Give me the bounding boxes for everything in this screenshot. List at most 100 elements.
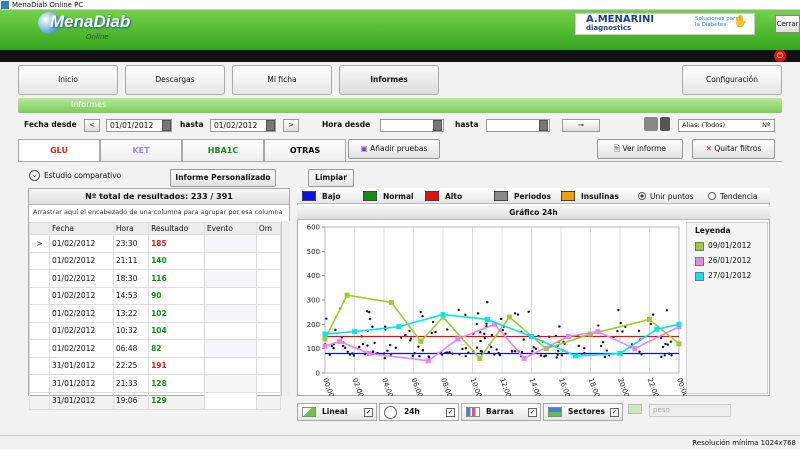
tab-otras[interactable]: OTRAS xyxy=(264,139,346,161)
tab-lineal-label: Lineal xyxy=(322,407,348,416)
chart-legend-bar: Bajo Normal Alto Periodos Insulinas Unir… xyxy=(297,188,770,204)
nav-inicio[interactable]: Inicio xyxy=(18,65,118,95)
data-point xyxy=(532,346,535,349)
24h-checkbox[interactable]: ✓ xyxy=(446,408,455,417)
alias-number: Nº xyxy=(762,121,770,129)
data-point xyxy=(560,354,564,357)
data-point xyxy=(577,344,581,348)
view-report-button[interactable]: 🖹 Ver informe xyxy=(597,139,683,159)
radio-tendencia[interactable] xyxy=(708,192,716,200)
table-row[interactable]: 01/02/2012 13:22 102 xyxy=(29,304,282,323)
table-row[interactable]: 01/02/2012 18:30 116 xyxy=(29,269,282,288)
table-row[interactable]: >01/02/2012 23:30 185 xyxy=(29,234,282,253)
tab-lineal[interactable]: Lineal ✓ xyxy=(297,403,377,421)
data-point xyxy=(665,309,669,312)
radio-unir-puntos[interactable] xyxy=(638,192,646,200)
barras-checkbox[interactable]: ✓ xyxy=(528,408,537,417)
cell-fecha: 31/01/2012 xyxy=(49,374,114,393)
alias-select[interactable]: Alias: (Todos) Nº xyxy=(678,119,775,132)
clock-icon[interactable] xyxy=(433,120,442,131)
data-point xyxy=(430,331,433,335)
data-point xyxy=(479,349,483,353)
clear-button[interactable]: Limpiar xyxy=(308,169,354,187)
custom-report-button[interactable]: Informe Personalizado xyxy=(170,169,276,187)
column-header-evento[interactable]: Evento xyxy=(203,222,257,235)
table-row[interactable]: 01/02/2012 06:48 82 xyxy=(29,339,282,358)
row-marker xyxy=(29,251,50,270)
calendar-icon[interactable] xyxy=(266,120,275,131)
data-point xyxy=(489,345,493,349)
column-header-fecha[interactable]: Fecha xyxy=(49,222,114,235)
tab-glu[interactable]: GLU xyxy=(18,139,100,161)
table-row[interactable]: 01/02/2012 10:32 104 xyxy=(29,321,282,340)
data-point xyxy=(601,341,605,344)
close-button[interactable]: Cerrar xyxy=(775,15,800,33)
data-point xyxy=(352,354,356,357)
calendar-icon[interactable] xyxy=(162,120,171,131)
data-point xyxy=(513,312,517,315)
table-row[interactable]: 31/01/2012 19:06 129 xyxy=(29,391,282,410)
results-total: Nº total de resultados: 233 / 391 xyxy=(29,189,289,205)
data-point xyxy=(486,300,489,304)
next-date-button[interactable]: > xyxy=(283,119,299,132)
data-point xyxy=(330,344,334,348)
table-row[interactable]: 01/02/2012 14:53 90 xyxy=(29,286,282,305)
peso-select[interactable]: peso xyxy=(649,404,731,417)
column-header-hora[interactable]: Hora xyxy=(112,222,150,235)
data-point xyxy=(457,308,460,312)
x-tick-label: 06:00 xyxy=(410,377,424,396)
nav-informes[interactable]: Informes xyxy=(339,65,439,95)
leyenda-label: 09/01/2012 xyxy=(708,241,752,250)
table-row[interactable]: 31/01/2012 21:33 128 xyxy=(29,374,282,393)
table-row[interactable]: 01/02/2012 21:11 140 xyxy=(29,251,282,270)
phone-icon[interactable] xyxy=(660,117,670,131)
data-point xyxy=(483,332,486,336)
data-point xyxy=(421,348,425,352)
nav-configuracion[interactable]: Configuración xyxy=(682,65,782,95)
device-icon[interactable] xyxy=(644,117,658,131)
data-point xyxy=(527,310,530,313)
column-header-om[interactable]: Om xyxy=(255,222,282,235)
table-row[interactable]: 31/01/2012 22:25 191 xyxy=(29,356,282,375)
app-icon xyxy=(1,1,9,9)
add-tests-button[interactable]: ▣ Añadir pruebas xyxy=(348,139,440,159)
lineal-checkbox[interactable]: ✓ xyxy=(364,408,373,417)
nav-descargas[interactable]: Descargas xyxy=(125,65,225,95)
remove-filters-button[interactable]: ✕ Quitar filtros xyxy=(692,139,775,159)
cell-hora: 18:30 xyxy=(112,269,150,288)
clock-icon[interactable] xyxy=(539,120,548,131)
data-point xyxy=(366,344,369,347)
row-marker xyxy=(29,374,50,393)
cell-evento xyxy=(203,374,257,393)
cell-om xyxy=(255,286,282,305)
data-point xyxy=(637,329,641,333)
series-marker xyxy=(322,331,328,337)
nav-mi-ficha[interactable]: Mi ficha xyxy=(232,65,332,95)
tab-sectores[interactable]: Sectores ✓ xyxy=(543,403,623,421)
cell-resultado: 185 xyxy=(148,234,205,253)
tab-hba1c[interactable]: HBA1C xyxy=(182,139,264,161)
cell-evento xyxy=(203,269,257,288)
power-icon[interactable]: ⏻ xyxy=(774,50,786,62)
cell-hora: 23:30 xyxy=(112,234,150,253)
tab-24h[interactable]: 24h ✓ xyxy=(379,403,459,421)
cell-evento xyxy=(203,321,257,340)
column-om-label: Om xyxy=(258,224,273,233)
data-point xyxy=(421,314,424,318)
add-tests-icon: ▣ xyxy=(360,144,368,153)
tab-ket[interactable]: KET xyxy=(100,139,182,161)
remove-filters-label: Quitar filtros xyxy=(714,144,762,153)
column-header-resultado[interactable]: Resultado xyxy=(148,222,205,235)
section-header: Informes xyxy=(18,98,782,113)
grid-scrollbar[interactable] xyxy=(281,221,290,396)
menadiab-logo: MenaDiab xyxy=(50,12,131,31)
cell-resultado: 129 xyxy=(148,391,205,410)
sectores-checkbox[interactable]: ✓ xyxy=(610,408,619,417)
row-marker xyxy=(29,286,50,305)
tab-barras[interactable]: Barras ✓ xyxy=(461,403,541,421)
chevron-down-icon[interactable]: ⌄ xyxy=(29,170,40,181)
unir-puntos-label: Unir puntos xyxy=(650,192,694,201)
time-slider-button[interactable]: ⊸ xyxy=(562,119,600,132)
x-tick-label: 16:00 xyxy=(557,377,571,396)
prev-date-button[interactable]: < xyxy=(84,119,100,132)
